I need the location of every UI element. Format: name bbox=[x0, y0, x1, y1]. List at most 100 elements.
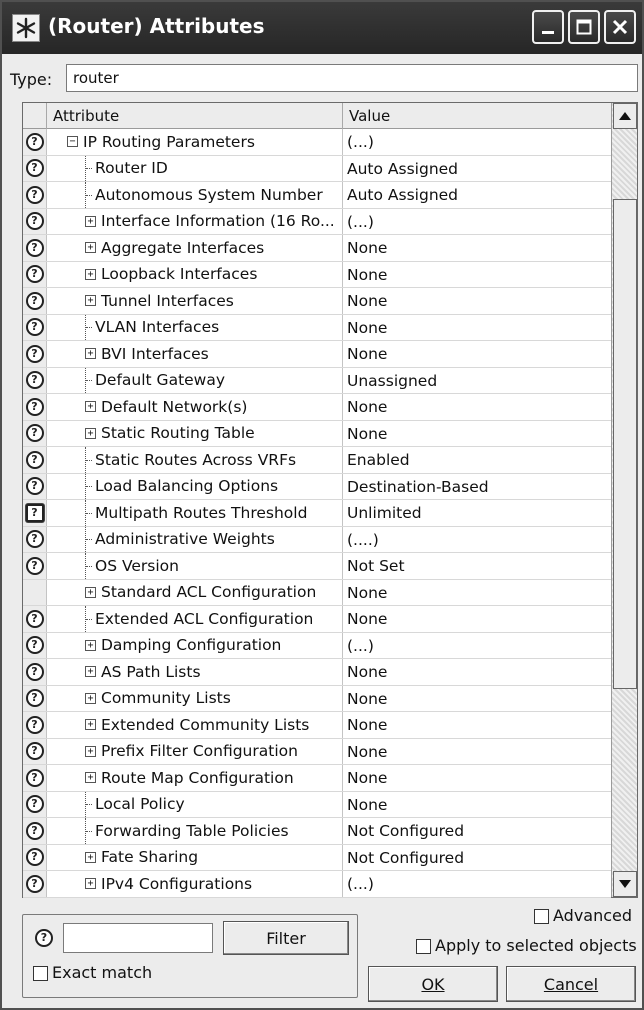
expand-icon[interactable]: + bbox=[85, 242, 96, 254]
attribute-cell[interactable]: Load Balancing Options bbox=[47, 473, 343, 499]
value-cell[interactable]: (...) bbox=[343, 209, 611, 235]
value-cell[interactable]: Destination-Based bbox=[343, 474, 611, 500]
table-row[interactable]: ? Local Policy None bbox=[23, 791, 611, 818]
expand-icon[interactable]: + bbox=[85, 215, 96, 227]
question-mark-icon[interactable]: ? bbox=[25, 742, 44, 761]
value-cell[interactable]: Not Configured bbox=[343, 818, 611, 844]
table-row[interactable]: ? + Tunnel Interfaces None bbox=[23, 288, 611, 315]
attribute-cell[interactable]: + Damping Configuration bbox=[47, 632, 343, 658]
attribute-cell[interactable]: Router ID bbox=[47, 155, 343, 181]
table-row[interactable]: ? Extended ACL Configuration None bbox=[23, 606, 611, 633]
table-row[interactable]: ? + Community Lists None bbox=[23, 685, 611, 712]
attribute-cell[interactable]: Extended ACL Configuration bbox=[47, 606, 343, 632]
attribute-cell[interactable]: + Static Routing Table bbox=[47, 420, 343, 446]
attribute-cell[interactable]: + Fate Sharing bbox=[47, 844, 343, 870]
question-mark-icon[interactable]: ? bbox=[25, 291, 44, 310]
apply-to-selected-checkbox[interactable]: Apply to selected objects bbox=[416, 936, 637, 955]
attribute-cell[interactable]: + Standard ACL Configuration bbox=[47, 579, 343, 605]
expand-icon[interactable]: + bbox=[85, 878, 96, 890]
table-row[interactable]: ? + IPv4 Configurations (...) bbox=[23, 871, 611, 898]
question-mark-icon[interactable]: ? bbox=[25, 874, 44, 893]
value-cell[interactable]: None bbox=[343, 739, 611, 765]
apply-to-selected-box[interactable] bbox=[416, 939, 431, 954]
question-mark-icon[interactable]: ? bbox=[25, 609, 44, 628]
value-cell[interactable]: None bbox=[343, 341, 611, 367]
attribute-cell[interactable]: + Prefix Filter Configuration bbox=[47, 738, 343, 764]
attribute-cell[interactable]: VLAN Interfaces bbox=[47, 314, 343, 340]
question-mark-icon[interactable]: ? bbox=[25, 503, 44, 522]
question-mark-icon[interactable]: ? bbox=[25, 238, 44, 257]
attribute-cell[interactable]: + IPv4 Configurations bbox=[47, 871, 343, 897]
attribute-cell[interactable]: Default Gateway bbox=[47, 367, 343, 393]
advanced-box[interactable] bbox=[534, 909, 549, 924]
attribute-cell[interactable]: + Interface Information (16 Ro... bbox=[47, 208, 343, 234]
attribute-cell[interactable]: Administrative Weights bbox=[47, 526, 343, 552]
value-cell[interactable]: None bbox=[343, 659, 611, 685]
attribute-cell[interactable]: Autonomous System Number bbox=[47, 182, 343, 208]
expand-icon[interactable]: + bbox=[85, 268, 96, 280]
expand-icon[interactable]: + bbox=[85, 586, 96, 598]
expand-icon[interactable]: + bbox=[85, 666, 96, 678]
table-row[interactable]: ? + Prefix Filter Configuration None bbox=[23, 738, 611, 765]
table-row[interactable]: + Standard ACL Configuration None bbox=[23, 579, 611, 606]
value-cell[interactable]: None bbox=[343, 394, 611, 420]
table-row[interactable]: ? + AS Path Lists None bbox=[23, 659, 611, 686]
question-mark-icon[interactable]: ? bbox=[25, 159, 44, 178]
attribute-cell[interactable]: + Aggregate Interfaces bbox=[47, 235, 343, 261]
table-row[interactable]: ? Static Routes Across VRFs Enabled bbox=[23, 447, 611, 474]
table-row[interactable]: ? + Loopback Interfaces None bbox=[23, 261, 611, 288]
value-cell[interactable]: None bbox=[343, 288, 611, 314]
header-value[interactable]: Value bbox=[343, 103, 611, 129]
attribute-cell[interactable]: + AS Path Lists bbox=[47, 659, 343, 685]
value-cell[interactable]: Not Set bbox=[343, 553, 611, 579]
type-field[interactable] bbox=[66, 64, 638, 92]
question-mark-icon[interactable]: ? bbox=[35, 929, 53, 947]
close-button[interactable] bbox=[604, 10, 636, 44]
question-mark-icon[interactable]: ? bbox=[25, 795, 44, 814]
question-mark-icon[interactable]: ? bbox=[25, 636, 44, 655]
filter-input[interactable] bbox=[63, 923, 213, 953]
expand-icon[interactable]: + bbox=[85, 772, 96, 784]
question-mark-icon[interactable]: ? bbox=[25, 265, 44, 284]
table-row[interactable]: ? Load Balancing Options Destination-Based bbox=[23, 473, 611, 500]
question-mark-icon[interactable]: ? bbox=[25, 689, 44, 708]
question-mark-icon[interactable]: ? bbox=[25, 556, 44, 575]
table-row[interactable]: ? Router ID Auto Assigned bbox=[23, 155, 611, 182]
expand-icon[interactable]: + bbox=[85, 401, 96, 413]
question-mark-icon[interactable]: ? bbox=[25, 397, 44, 416]
attribute-cell[interactable]: − IP Routing Parameters bbox=[47, 129, 343, 155]
question-mark-icon[interactable]: ? bbox=[25, 848, 44, 867]
vertical-scrollbar[interactable] bbox=[611, 103, 637, 897]
value-cell[interactable]: None bbox=[343, 580, 611, 606]
title-bar[interactable]: (Router) Attributes bbox=[2, 2, 642, 54]
value-cell[interactable]: None bbox=[343, 712, 611, 738]
attribute-cell[interactable]: Local Policy bbox=[47, 791, 343, 817]
question-mark-icon[interactable]: ? bbox=[25, 185, 44, 204]
question-mark-icon[interactable]: ? bbox=[25, 371, 44, 390]
table-row[interactable]: ? Autonomous System Number Auto Assigned bbox=[23, 182, 611, 209]
value-cell[interactable]: Auto Assigned bbox=[343, 156, 611, 182]
table-row[interactable]: ? − IP Routing Parameters (...) bbox=[23, 129, 611, 156]
value-cell[interactable]: (...) bbox=[343, 871, 611, 897]
value-cell[interactable]: (...) bbox=[343, 633, 611, 659]
expand-icon[interactable]: + bbox=[85, 427, 96, 439]
table-row[interactable]: ? + Extended Community Lists None bbox=[23, 712, 611, 739]
filter-button[interactable]: Filter bbox=[223, 921, 349, 955]
value-cell[interactable]: None bbox=[343, 262, 611, 288]
attribute-cell[interactable]: + Community Lists bbox=[47, 685, 343, 711]
table-row[interactable]: ? + BVI Interfaces None bbox=[23, 341, 611, 368]
expand-icon[interactable]: + bbox=[85, 745, 96, 757]
question-mark-icon[interactable]: ? bbox=[25, 450, 44, 469]
scroll-up-button[interactable] bbox=[613, 103, 637, 129]
attribute-cell[interactable]: OS Version bbox=[47, 553, 343, 579]
attribute-cell[interactable]: Static Routes Across VRFs bbox=[47, 447, 343, 473]
cancel-button[interactable]: Cancel bbox=[506, 966, 636, 1002]
collapse-icon[interactable]: − bbox=[67, 136, 78, 148]
expand-icon[interactable]: + bbox=[85, 719, 96, 731]
scrollbar-thumb[interactable] bbox=[613, 199, 637, 689]
attribute-cell[interactable]: + BVI Interfaces bbox=[47, 341, 343, 367]
maximize-button[interactable] bbox=[568, 10, 600, 44]
value-cell[interactable]: (...) bbox=[343, 129, 611, 155]
table-row[interactable]: ? + Interface Information (16 Ro... (...) bbox=[23, 208, 611, 235]
value-cell[interactable]: Enabled bbox=[343, 447, 611, 473]
